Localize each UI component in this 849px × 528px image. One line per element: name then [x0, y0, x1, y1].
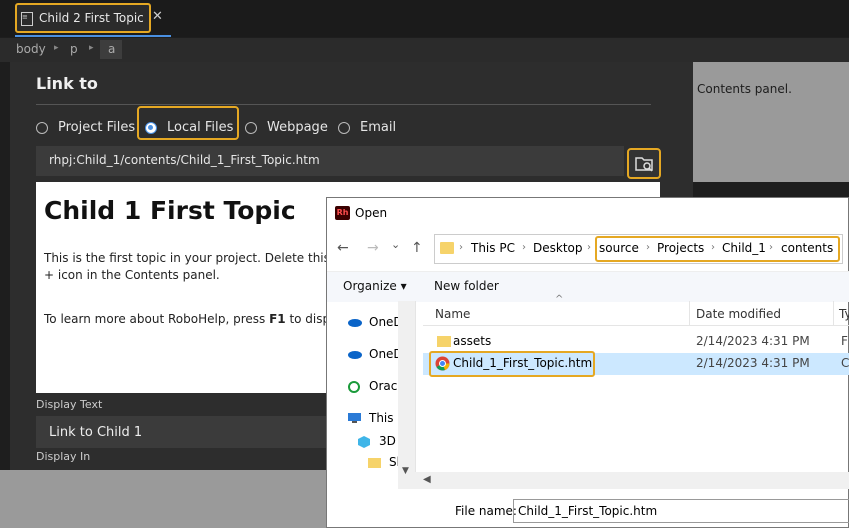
selected-file-highlight [429, 351, 595, 377]
folder-icon [437, 335, 451, 350]
display-in-label: Display In [36, 450, 91, 463]
file-date: 2/14/2023 4:31 PM [696, 334, 810, 348]
preview-heading: Child 1 First Topic [44, 196, 296, 225]
organize-button[interactable]: Organize ▾ [343, 279, 407, 293]
editor-background [693, 62, 849, 182]
preview-text: To learn more about RoboHelp, press [44, 312, 270, 326]
editor-background-bottom [0, 470, 326, 528]
address-source[interactable]: source [599, 241, 639, 255]
address-projects[interactable]: Projects [657, 241, 704, 255]
chevron-right-icon: › [587, 242, 591, 253]
address-child-1[interactable]: Child_1 [722, 241, 766, 255]
folder-icon [440, 242, 454, 254]
radio-circle [36, 122, 48, 134]
column-type[interactable]: Ty [839, 307, 849, 321]
preview-line: This is the first topic in your project.… [44, 251, 346, 265]
up-arrow-icon[interactable]: ↑ [411, 240, 423, 256]
address-desktop[interactable]: Desktop [533, 241, 583, 255]
preview-paragraph: This is the first topic in your project.… [44, 250, 346, 284]
editor-text: Contents panel. [697, 82, 792, 96]
chevron-right-icon: › [522, 242, 526, 253]
breadcrumb-a[interactable]: a [100, 40, 122, 59]
navigation-scrollbar[interactable]: ▼ [398, 301, 415, 489]
file-type: C [841, 356, 849, 370]
divider [36, 104, 651, 105]
radio-label: Email [360, 120, 397, 135]
cloud-icon [347, 348, 362, 359]
chevron-right-icon: › [646, 242, 650, 253]
radio-label: Project Files [58, 120, 136, 135]
column-divider[interactable] [833, 301, 834, 325]
file-name-label: File name: [455, 504, 517, 518]
link-path-value: rhpj:Child_1/contents/Child_1_First_Topi… [49, 153, 320, 167]
address-contents[interactable]: contents [781, 241, 833, 255]
display-text-input[interactable]: Link to Child 1 [36, 416, 336, 448]
display-text-value: Link to Child 1 [49, 425, 143, 440]
tab-title: Child 2 First Topic [39, 11, 144, 25]
robohelp-app-icon: Rh [335, 206, 350, 220]
chevron-right-icon: › [769, 242, 773, 253]
active-tab-indicator [15, 35, 171, 37]
preview-line: + icon in the Contents panel. [44, 268, 220, 282]
file-row-assets[interactable]: assets 2/14/2023 4:31 PM F [423, 331, 849, 353]
address-bar[interactable]: › This PC › Desktop › source › Projects … [434, 234, 843, 264]
radio-circle-selected [145, 122, 157, 134]
forward-arrow-icon[interactable]: → [367, 240, 379, 256]
file-name-input[interactable]: Child_1_First_Topic.htm [513, 499, 849, 523]
radio-label: Local Files [167, 120, 234, 135]
file-name: assets [453, 334, 492, 348]
sort-up-icon: ^ [555, 294, 564, 305]
scroll-left-icon[interactable]: ◀ [423, 474, 431, 485]
preview-paragraph-2: To learn more about RoboHelp, press F1 t… [44, 312, 341, 326]
preview-key: F1 [269, 312, 286, 326]
chevron-right-icon: › [711, 242, 715, 253]
computer-icon [347, 412, 362, 423]
breadcrumb-p[interactable]: p [70, 42, 78, 56]
file-list-header: ^ Name Date modified Ty [423, 294, 849, 326]
folder-icon [367, 456, 382, 468]
file-toolbar: Organize ▾ New folder [327, 271, 849, 302]
radio-label: Webpage [267, 120, 328, 135]
address-this-pc[interactable]: This PC [471, 241, 515, 255]
navigation-bar: ← → ⌄ ↑ › This PC › Desktop › source › P… [327, 230, 849, 268]
cube-icon [357, 435, 372, 448]
back-arrow-icon[interactable]: ← [337, 240, 349, 256]
column-date-modified[interactable]: Date modified [696, 307, 781, 321]
cloud-icon [347, 316, 362, 327]
chevron-right-icon: ▸ [54, 43, 59, 53]
nav-item-label: Oracl [369, 379, 401, 393]
radio-circle [338, 122, 350, 134]
display-text-label: Display Text [36, 398, 103, 411]
breadcrumb: body ▸ p ▸ a [0, 38, 849, 62]
chevron-down-icon[interactable]: ⌄ [391, 238, 400, 251]
dialog-title: Link to [36, 74, 98, 93]
radio-circle [245, 122, 257, 134]
file-date: 2/14/2023 4:31 PM [696, 356, 810, 370]
column-name[interactable]: Name [435, 307, 470, 321]
folder-search-icon [635, 157, 653, 172]
browse-folder-button[interactable] [627, 148, 661, 179]
horizontal-scrollbar[interactable]: ◀ [415, 472, 849, 489]
open-file-dialog: Rh Open ← → ⌄ ↑ › This PC › Desktop › so… [326, 197, 849, 528]
document-icon: ≡ [21, 12, 33, 26]
open-dialog-title: Open [355, 206, 388, 220]
link-path-field[interactable]: rhpj:Child_1/contents/Child_1_First_Topi… [36, 146, 624, 176]
close-icon[interactable]: ✕ [152, 9, 163, 24]
breadcrumb-a-label: a [108, 42, 116, 56]
chevron-right-icon: ▸ [89, 43, 94, 53]
chevron-right-icon: › [459, 242, 463, 253]
sync-icon [347, 380, 362, 393]
file-type: F [841, 334, 848, 348]
new-folder-button[interactable]: New folder [434, 279, 499, 293]
scroll-down-icon[interactable]: ▼ [402, 466, 409, 476]
tab-child-2-first-topic[interactable]: ≡ Child 2 First Topic [15, 3, 151, 33]
breadcrumb-body[interactable]: body [16, 42, 46, 56]
file-name-value: Child_1_First_Topic.htm [518, 504, 658, 518]
column-divider[interactable] [689, 301, 690, 325]
